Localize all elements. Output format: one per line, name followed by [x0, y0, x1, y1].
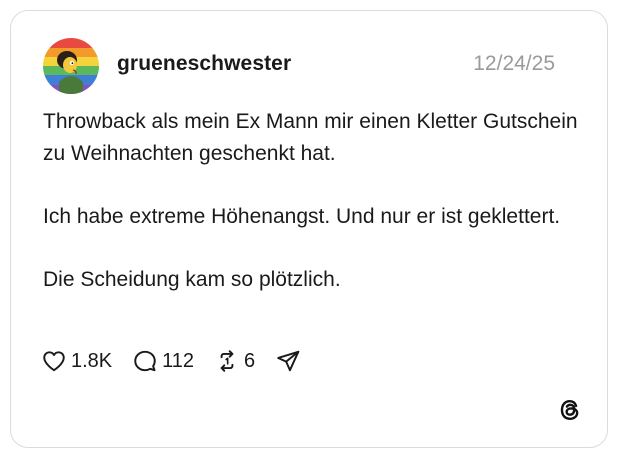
post-paragraph: Die Scheidung kam so plötzlich.	[43, 267, 341, 291]
repost-button[interactable]: 6	[214, 348, 255, 374]
username[interactable]: grueneschwester	[117, 52, 291, 76]
heart-icon	[43, 351, 65, 372]
threads-logo-icon[interactable]	[557, 397, 583, 423]
post-paragraph: Ich habe extreme Höhenangst. Und nur er …	[43, 204, 561, 228]
post-body: Throwback als mein Ex Mann mir einen Kle…	[43, 106, 583, 295]
post-card: grueneschwester 12/24/25 Throwback als m…	[10, 10, 608, 448]
reply-count: 112	[162, 349, 195, 372]
avatar[interactable]	[43, 38, 99, 94]
like-count: 1.8K	[71, 349, 113, 372]
threads-logo-icon-graphic	[560, 400, 579, 420]
share-button[interactable]	[275, 348, 301, 374]
speech-bubble-icon	[134, 350, 156, 372]
post-date: 12/24/25	[473, 52, 555, 75]
avatar-image	[43, 38, 99, 94]
send-icon	[277, 350, 300, 372]
like-button[interactable]: 1.8K	[41, 348, 112, 374]
post-paragraph: Throwback als mein Ex Mann mir einen Kle…	[43, 110, 578, 165]
reply-button[interactable]: 112	[132, 348, 194, 374]
action-bar: 1.8K 112 6	[41, 346, 321, 376]
repost-count: 6	[244, 349, 256, 372]
repost-icon	[220, 350, 234, 372]
